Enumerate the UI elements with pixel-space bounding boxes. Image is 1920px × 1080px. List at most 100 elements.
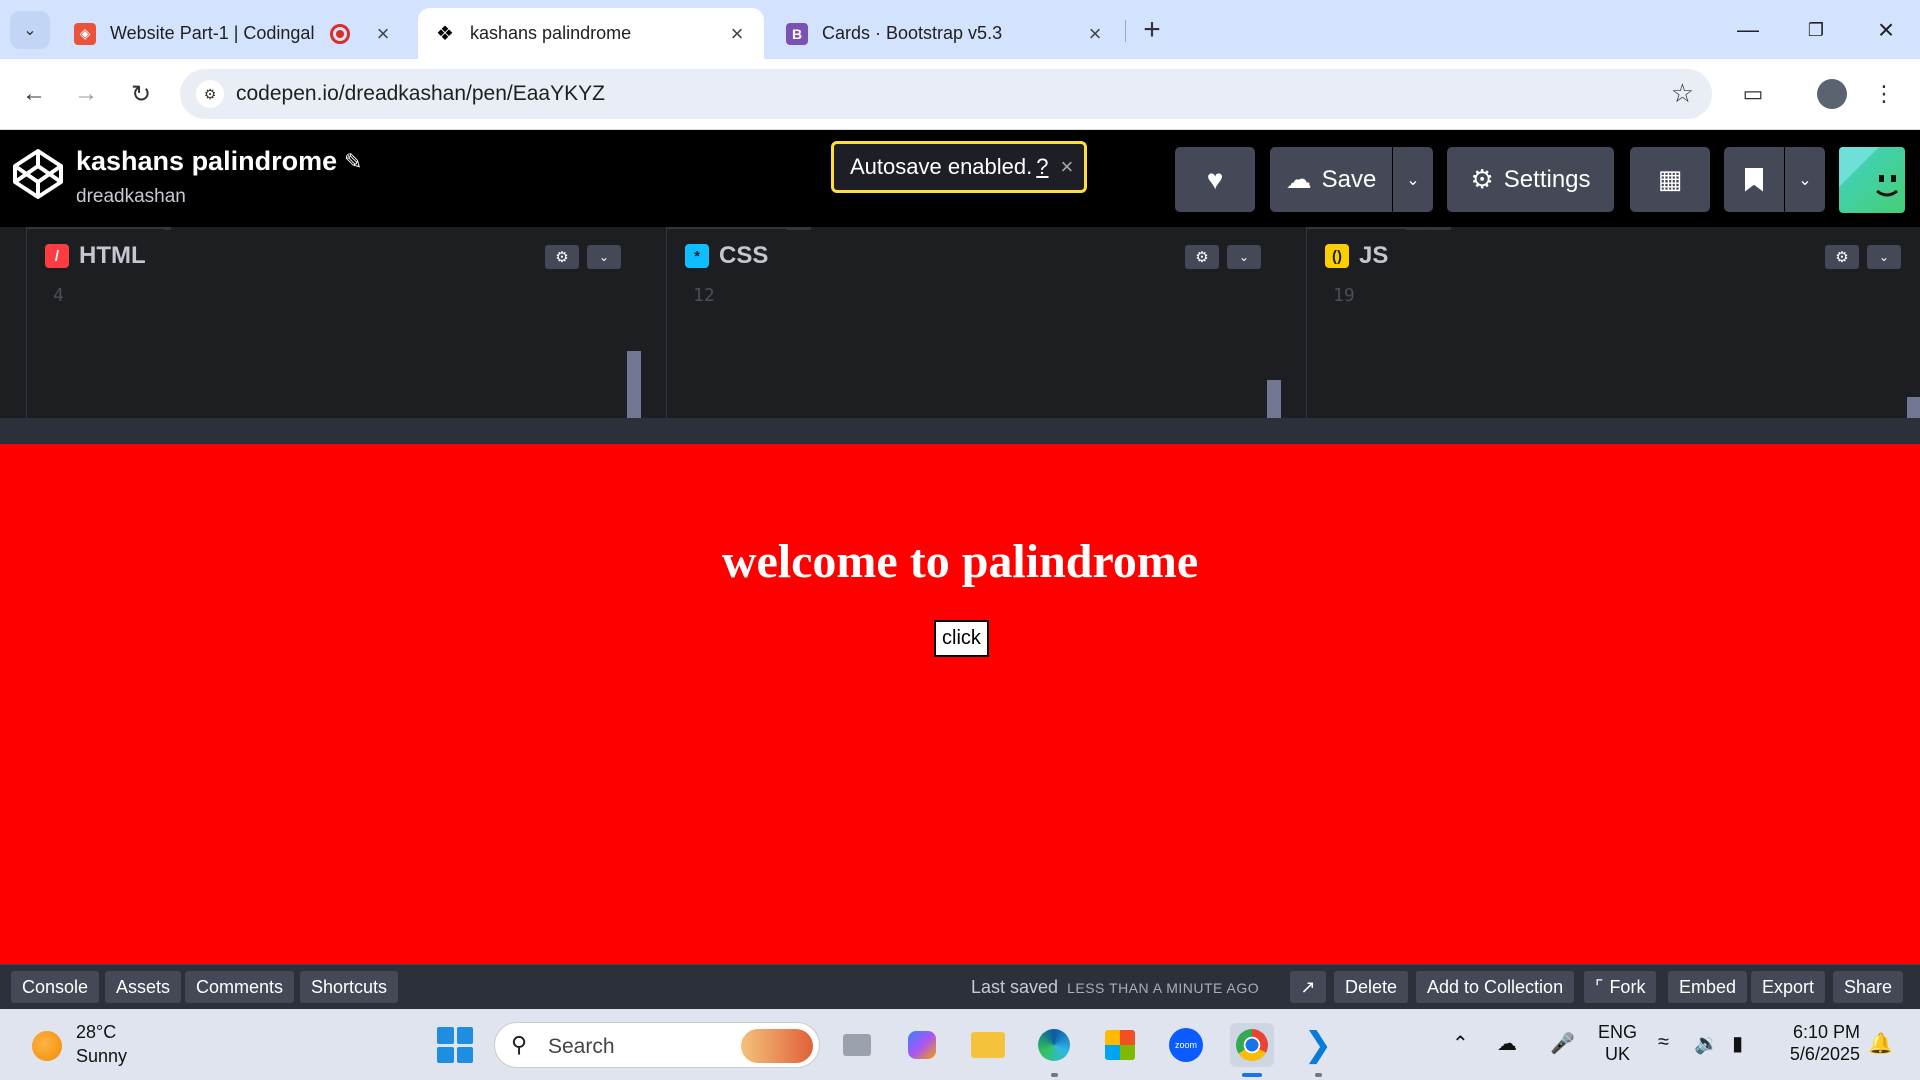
codepen-logo-icon[interactable]	[11, 147, 65, 201]
plus-icon: +	[1143, 13, 1161, 46]
click-button[interactable]: click	[934, 620, 989, 657]
editor-collapse-button[interactable]: ⌄	[1227, 245, 1261, 269]
show-hidden-icons-button[interactable]: ⌃	[1452, 1031, 1469, 1056]
code-area[interactable]	[27, 283, 640, 418]
chrome-button[interactable]	[1230, 1023, 1274, 1067]
microphone-icon[interactable]: 🎤	[1550, 1031, 1575, 1056]
wifi-icon[interactable]: ≈	[1658, 1031, 1669, 1054]
editor-scrollbar[interactable]	[627, 351, 641, 418]
code-area[interactable]	[667, 283, 1280, 418]
tab-title: Website Part-1 | Codingal	[110, 23, 315, 43]
editor-settings-button[interactable]: ⚙	[1825, 245, 1859, 269]
fork-button[interactable]: ⌜ Fork	[1584, 971, 1657, 1003]
forward-button[interactable]: →	[64, 72, 108, 116]
html-editor[interactable]: / HTML ⚙ ⌄ 4	[26, 227, 641, 418]
bookmark-star-icon[interactable]: ☆	[1671, 78, 1694, 109]
site-info-icon[interactable]: ⚙	[196, 80, 224, 108]
weather-temperature[interactable]: 28°C	[76, 1022, 116, 1043]
close-window-button[interactable]: ×	[1856, 8, 1916, 52]
weather-condition[interactable]: Sunny	[76, 1046, 127, 1067]
profile-button[interactable]	[1810, 72, 1854, 116]
autosave-help-link[interactable]: ?	[1036, 154, 1048, 180]
notification-bell-icon[interactable]: 🔔	[1868, 1031, 1893, 1056]
recording-icon	[330, 23, 350, 44]
chevron-down-icon: ⌄	[1878, 250, 1890, 264]
editor-collapse-button[interactable]: ⌄	[587, 245, 621, 269]
start-button[interactable]	[437, 1027, 473, 1063]
editor-scrollbar[interactable]	[1267, 380, 1281, 418]
bookmark-button[interactable]	[1724, 147, 1784, 212]
editor-settings-button[interactable]: ⚙	[545, 245, 579, 269]
tab-title: Cards · Bootstrap v5.3	[822, 23, 1003, 43]
edit-pencil-icon[interactable]: ✎	[344, 149, 362, 175]
reload-button[interactable]: ↻	[119, 72, 163, 116]
browser-tab-codepen[interactable]: ❖ kashans palindrome ×	[418, 8, 764, 59]
close-icon[interactable]: ×	[1084, 21, 1106, 47]
html-editor-tab[interactable]: / HTML	[27, 229, 164, 283]
arrow-left-icon: ←	[22, 80, 46, 107]
console-button[interactable]: Console	[11, 971, 100, 1003]
assets-button[interactable]: Assets	[105, 971, 182, 1003]
minimize-button[interactable]: —	[1718, 8, 1778, 52]
browser-menu-button[interactable]: ⋮	[1862, 72, 1906, 116]
editor-collapse-button[interactable]: ⌄	[1867, 245, 1901, 269]
bookmark-options-button[interactable]: ⌄	[1785, 147, 1825, 212]
sun-icon[interactable]	[32, 1031, 62, 1061]
settings-button[interactable]: ⚙ Settings	[1447, 147, 1614, 212]
settings-label: Settings	[1503, 165, 1591, 193]
open-external-button[interactable]: ↗	[1290, 971, 1326, 1003]
share-button[interactable]: Share	[1833, 971, 1904, 1003]
css-editor[interactable]: * CSS ⚙ ⌄ 12	[666, 227, 1281, 418]
save-button[interactable]: ☁ Save	[1270, 147, 1392, 212]
input-language[interactable]: ENG UK	[1598, 1021, 1637, 1065]
embed-button[interactable]: Embed	[1668, 971, 1748, 1003]
css-editor-tab[interactable]: * CSS	[667, 229, 787, 283]
task-view-button[interactable]	[835, 1023, 879, 1067]
browser-tab-bootstrap[interactable]: B Cards · Bootstrap v5.3 ×	[770, 8, 1122, 59]
shortcuts-button[interactable]: Shortcuts	[300, 971, 399, 1003]
back-button[interactable]: ←	[12, 72, 56, 116]
restore-button[interactable]: ❐	[1786, 8, 1846, 52]
system-clock[interactable]: 6:10 PM 5/6/2025	[1780, 1021, 1860, 1065]
close-icon[interactable]: ×	[1061, 154, 1074, 180]
browser-tab-codingal[interactable]: ◈ Website Part-1 | Codingal ×	[58, 8, 410, 59]
onedrive-cloud-icon[interactable]: ☁	[1497, 1031, 1517, 1056]
extensions-button[interactable]: ▭	[1731, 72, 1775, 116]
last-saved-label: Last saved	[971, 977, 1059, 997]
lang-line2: UK	[1605, 1044, 1631, 1064]
puzzle-icon: ▭	[1742, 81, 1764, 106]
taskbar-search[interactable]: ⚲ Search	[494, 1022, 820, 1068]
vscode-button[interactable]: ❯	[1296, 1023, 1340, 1067]
user-avatar[interactable]	[1839, 147, 1905, 213]
volume-icon[interactable]: 🔉	[1694, 1031, 1719, 1056]
js-editor-tab[interactable]: () JS	[1307, 229, 1407, 283]
js-editor[interactable]: () JS ⚙ ⌄ 19	[1306, 227, 1920, 418]
change-view-button[interactable]: ▦	[1630, 147, 1710, 212]
file-explorer-button[interactable]	[966, 1023, 1010, 1067]
editor-scrollbar[interactable]	[1907, 397, 1920, 418]
store-button[interactable]	[1098, 1023, 1142, 1067]
close-icon[interactable]: ×	[726, 21, 748, 47]
pen-author[interactable]: dreadkashan	[76, 186, 186, 208]
export-button[interactable]: Export	[1751, 971, 1826, 1003]
comments-button[interactable]: Comments	[185, 971, 295, 1003]
save-options-button[interactable]: ⌄	[1393, 147, 1433, 212]
running-indicator	[1315, 1073, 1322, 1077]
copilot-button[interactable]	[900, 1023, 944, 1067]
edge-button[interactable]	[1032, 1023, 1076, 1067]
address-bar[interactable]: ⚙ codepen.io/dreadkashan/pen/EaaYKYZ ☆	[180, 69, 1712, 119]
editor-settings-button[interactable]: ⚙	[1185, 245, 1219, 269]
url-text[interactable]: codepen.io/dreadkashan/pen/EaaYKYZ	[236, 82, 605, 106]
code-area[interactable]	[1307, 283, 1920, 418]
love-button[interactable]: ♥	[1175, 147, 1255, 212]
chevron-down-icon: ⌄	[23, 22, 37, 39]
tab-search-button[interactable]: ⌄	[10, 11, 50, 49]
close-icon[interactable]: ×	[372, 21, 394, 47]
add-to-collection-button[interactable]: Add to Collection	[1416, 971, 1575, 1003]
delete-button[interactable]: Delete	[1334, 971, 1409, 1003]
editor-resize-bar[interactable]	[0, 418, 1920, 444]
pen-title[interactable]: kashans palindrome	[76, 146, 337, 177]
new-tab-button[interactable]: +	[1137, 12, 1167, 48]
zoom-button[interactable]: zoom	[1164, 1023, 1208, 1067]
battery-icon[interactable]: ▮	[1732, 1031, 1743, 1056]
